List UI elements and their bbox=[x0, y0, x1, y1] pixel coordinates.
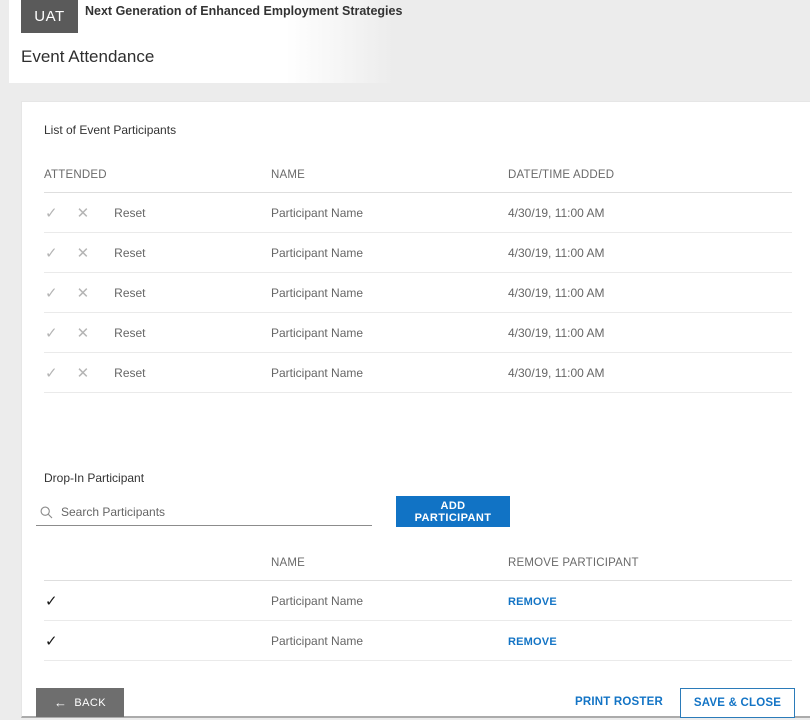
participant-date-added: 4/30/19, 11:00 AM bbox=[508, 206, 792, 220]
remove-link[interactable]: REMOVE bbox=[508, 636, 557, 648]
attended-cell: ✓ ✕ Reset bbox=[44, 204, 271, 222]
participant-date-added: 4/30/19, 11:00 AM bbox=[508, 246, 792, 260]
participant-search bbox=[36, 499, 372, 526]
dropin-table-header: NAME REMOVE PARTICIPANT bbox=[44, 546, 792, 581]
participants-table: ATTENDED NAME DATE/TIME ADDED ✓ ✕ Reset … bbox=[44, 158, 792, 393]
participant-name: Participant Name bbox=[271, 286, 508, 300]
column-header-remove: REMOVE PARTICIPANT bbox=[508, 557, 792, 569]
app-title: Next Generation of Enhanced Employment S… bbox=[85, 4, 402, 18]
reset-link[interactable]: Reset bbox=[114, 206, 145, 220]
participant-row: ✓ ✕ Reset Participant Name 4/30/19, 11:0… bbox=[44, 273, 792, 313]
print-roster-link[interactable]: PRINT ROSTER bbox=[575, 696, 663, 708]
participant-name: Participant Name bbox=[271, 366, 508, 380]
event-attendance-card: List of Event Participants ATTENDED NAME… bbox=[21, 101, 810, 718]
attended-cell: ✓ bbox=[44, 592, 271, 610]
participant-date-added: 4/30/19, 11:00 AM bbox=[508, 366, 792, 380]
dropin-row: ✓ Participant Name REMOVE bbox=[44, 581, 792, 621]
reset-link[interactable]: Reset bbox=[114, 366, 145, 380]
attended-cell: ✓ ✕ Reset bbox=[44, 364, 271, 382]
attended-x-icon[interactable]: ✕ bbox=[77, 324, 90, 342]
participant-date-added: 4/30/19, 11:00 AM bbox=[508, 286, 792, 300]
attended-check-icon[interactable]: ✓ bbox=[45, 324, 58, 342]
back-button-label: BACK bbox=[74, 697, 106, 709]
participant-row: ✓ ✕ Reset Participant Name 4/30/19, 11:0… bbox=[44, 313, 792, 353]
attended-cell: ✓ ✕ Reset bbox=[44, 244, 271, 262]
page-title: Event Attendance bbox=[21, 47, 154, 67]
attended-x-icon[interactable]: ✕ bbox=[77, 364, 90, 382]
column-header-date: DATE/TIME ADDED bbox=[508, 169, 792, 181]
dropin-table-body: ✓ Participant Name REMOVE ✓ Participant … bbox=[44, 581, 792, 661]
column-header-attended: ATTENDED bbox=[44, 169, 271, 181]
column-header-name: NAME bbox=[271, 169, 508, 181]
reset-link[interactable]: Reset bbox=[114, 286, 145, 300]
environment-badge-label: UAT bbox=[34, 8, 64, 25]
participant-date-added: 4/30/19, 11:00 AM bbox=[508, 326, 792, 340]
search-icon bbox=[40, 506, 53, 519]
participant-name: Participant Name bbox=[271, 326, 508, 340]
attended-check-icon[interactable]: ✓ bbox=[45, 284, 58, 302]
back-arrow-icon: ← bbox=[54, 696, 67, 709]
attended-check-icon: ✓ bbox=[45, 592, 58, 610]
attended-check-icon[interactable]: ✓ bbox=[45, 364, 58, 382]
environment-badge: UAT bbox=[21, 0, 78, 33]
reset-link[interactable]: Reset bbox=[114, 246, 145, 260]
attended-cell: ✓ bbox=[44, 632, 271, 650]
dropin-table: NAME REMOVE PARTICIPANT ✓ Participant Na… bbox=[44, 546, 792, 661]
column-header-name: NAME bbox=[271, 557, 508, 569]
add-participant-button[interactable]: ADD PARTICIPANT bbox=[396, 496, 510, 527]
dropin-row: ✓ Participant Name REMOVE bbox=[44, 621, 792, 661]
participant-name: Participant Name bbox=[271, 246, 508, 260]
attended-x-icon[interactable]: ✕ bbox=[77, 204, 90, 222]
reset-link[interactable]: Reset bbox=[114, 326, 145, 340]
participants-table-body: ✓ ✕ Reset Participant Name 4/30/19, 11:0… bbox=[44, 193, 792, 393]
dropin-section-title: Drop-In Participant bbox=[44, 471, 144, 485]
attended-check-icon[interactable]: ✓ bbox=[45, 204, 58, 222]
attended-cell: ✓ ✕ Reset bbox=[44, 284, 271, 302]
participant-row: ✓ ✕ Reset Participant Name 4/30/19, 11:0… bbox=[44, 233, 792, 273]
attended-x-icon[interactable]: ✕ bbox=[77, 284, 90, 302]
participants-section-title: List of Event Participants bbox=[44, 123, 176, 137]
attended-check-icon[interactable]: ✓ bbox=[45, 244, 58, 262]
participant-name: Participant Name bbox=[271, 634, 508, 648]
attended-x-icon[interactable]: ✕ bbox=[77, 244, 90, 262]
attended-check-icon: ✓ bbox=[45, 632, 58, 650]
save-close-button[interactable]: SAVE & CLOSE bbox=[680, 688, 795, 718]
participants-table-header: ATTENDED NAME DATE/TIME ADDED bbox=[44, 158, 792, 193]
search-participants-input[interactable] bbox=[61, 502, 372, 522]
attended-cell: ✓ ✕ Reset bbox=[44, 324, 271, 342]
participant-row: ✓ ✕ Reset Participant Name 4/30/19, 11:0… bbox=[44, 193, 792, 233]
remove-link[interactable]: REMOVE bbox=[508, 596, 557, 608]
participant-name: Participant Name bbox=[271, 594, 508, 608]
participant-row: ✓ ✕ Reset Participant Name 4/30/19, 11:0… bbox=[44, 353, 792, 393]
participant-name: Participant Name bbox=[271, 206, 508, 220]
back-button[interactable]: ← BACK bbox=[36, 688, 124, 717]
